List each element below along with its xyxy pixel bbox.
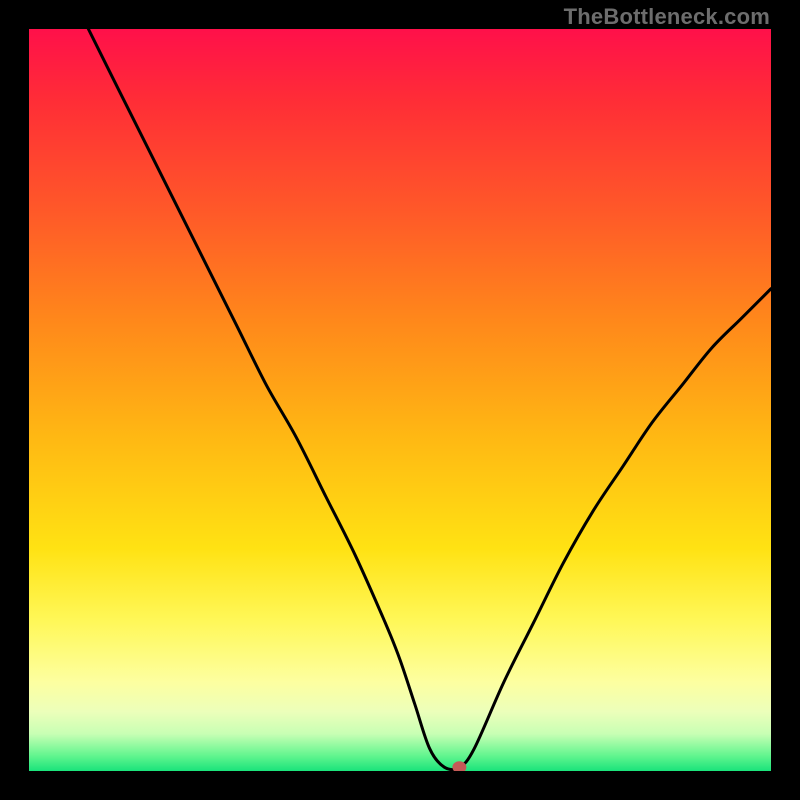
chart-frame: TheBottleneck.com [0, 0, 800, 800]
curve-svg [29, 29, 771, 771]
plot-area [29, 29, 771, 771]
watermark-text: TheBottleneck.com [564, 4, 770, 30]
bottleneck-curve [88, 29, 771, 770]
